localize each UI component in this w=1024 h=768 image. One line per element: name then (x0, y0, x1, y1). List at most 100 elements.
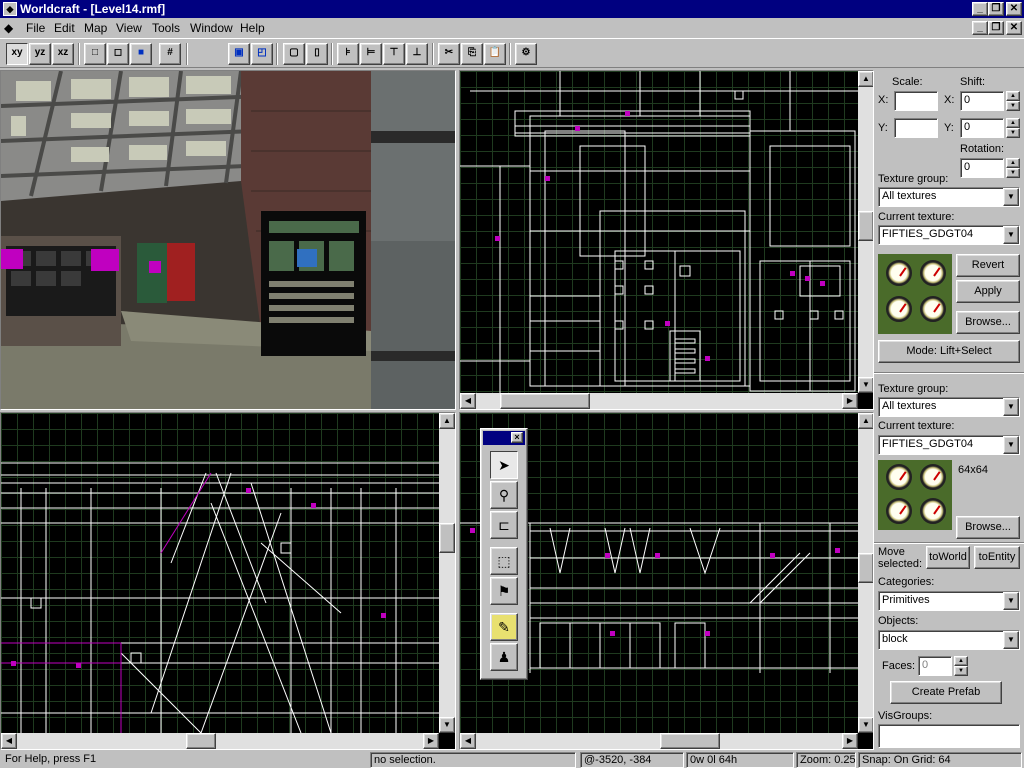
properties-icon[interactable]: ⚙ (515, 43, 537, 65)
menu-file[interactable]: File (26, 21, 45, 35)
worldcraft-app-icon[interactable]: ◆ (3, 2, 17, 16)
shift-x-stepper[interactable]: ▲ ▼ (1006, 91, 1020, 111)
shift-y-stepper[interactable]: ▲ ▼ (1006, 118, 1020, 138)
chevron-down-icon[interactable]: ▼ (1003, 188, 1019, 206)
chevron-down-icon[interactable]: ▼ (1003, 631, 1019, 649)
menu-help[interactable]: Help (240, 21, 265, 35)
group-icon[interactable]: ▣ (228, 43, 250, 65)
scroll-thumb[interactable] (439, 523, 455, 553)
scroll-right-arrow-icon[interactable]: ▶ (423, 733, 439, 749)
menu-window[interactable]: Window (190, 21, 233, 35)
minimize-button[interactable]: _ (972, 2, 988, 16)
align-bottom-icon[interactable]: ⊥ (406, 43, 428, 65)
scroll-left-arrow-icon[interactable]: ◀ (460, 393, 476, 409)
shift-y-input[interactable]: 0 (960, 118, 1004, 138)
current-texture-select[interactable]: FIFTIES_GDGT04 ▼ (878, 435, 1020, 455)
scroll-thumb[interactable] (858, 211, 873, 241)
doc-minimize-button[interactable]: _ (972, 21, 988, 35)
scroll-down-arrow-icon[interactable]: ▼ (858, 377, 873, 393)
objects-select[interactable]: block ▼ (878, 630, 1020, 650)
scale-x-input[interactable] (894, 91, 938, 111)
scroll-thumb[interactable] (500, 393, 590, 409)
camera-tool-icon[interactable]: ⊏ (490, 511, 518, 539)
scroll-thumb[interactable] (186, 733, 216, 749)
faces-stepper[interactable]: ▲ ▼ (954, 656, 968, 676)
view-xz-button[interactable]: xz (52, 43, 74, 65)
paste-icon[interactable]: 📋 (484, 43, 506, 65)
close-button[interactable]: ✕ (1006, 2, 1022, 16)
scroll-right-arrow-icon[interactable]: ▶ (842, 393, 858, 409)
browse-button[interactable]: Browse... (956, 516, 1020, 539)
show-icon[interactable]: ▯ (306, 43, 328, 65)
copy-icon[interactable]: ⎘ (461, 43, 483, 65)
cut-icon[interactable]: ✂ (438, 43, 460, 65)
horizontal-scrollbar[interactable]: ◀ ▶ (1, 733, 439, 749)
rotation-input[interactable]: 0 (960, 158, 1004, 178)
close-icon[interactable]: × (511, 432, 523, 443)
align-top-icon[interactable]: ⊤ (383, 43, 405, 65)
scroll-up-arrow-icon[interactable]: ▲ (858, 71, 873, 87)
scroll-up-arrow-icon[interactable]: ▲ (858, 413, 873, 429)
menu-view[interactable]: View (116, 21, 142, 35)
menu-map[interactable]: Map (84, 21, 107, 35)
texture-group-select[interactable]: All textures ▼ (878, 187, 1020, 207)
categories-select[interactable]: Primitives ▼ (878, 591, 1020, 611)
tools-palette[interactable]: × ➤ ⚲ ⊏ ⬚ ⚑ ✎ ♟ (480, 428, 528, 680)
faces-input[interactable]: 0 (918, 656, 952, 676)
texture-tool-icon[interactable]: ✎ (490, 613, 518, 641)
doc-close-button[interactable]: ✕ (1006, 21, 1022, 35)
menu-edit[interactable]: Edit (54, 21, 75, 35)
selection-tool-icon[interactable]: ➤ (490, 451, 518, 479)
decal-tool-icon[interactable]: ♟ (490, 643, 518, 671)
scroll-down-arrow-icon[interactable]: ▼ (858, 717, 873, 733)
scroll-thumb[interactable] (660, 733, 720, 749)
chevron-down-icon[interactable]: ▼ (1003, 592, 1019, 610)
to-world-button[interactable]: toWorld (926, 546, 970, 569)
3d-camera-view[interactable] (0, 70, 456, 410)
mode-button[interactable]: Mode: Lift+Select (878, 340, 1020, 363)
entity-tool-icon[interactable]: ⚑ (490, 577, 518, 605)
create-prefab-button[interactable]: Create Prefab (890, 681, 1002, 704)
vertical-scrollbar[interactable]: ▲ ▼ (858, 71, 873, 393)
scale-y-input[interactable] (894, 118, 938, 138)
grid-icon[interactable]: # (159, 43, 181, 65)
vertical-scrollbar[interactable]: ▲ ▼ (439, 413, 455, 733)
tools-palette-titlebar[interactable]: × (483, 431, 525, 445)
restore-button[interactable]: ❐ (988, 2, 1004, 16)
scroll-thumb[interactable] (858, 553, 873, 583)
scroll-right-arrow-icon[interactable]: ▶ (842, 733, 858, 749)
view-yz-button[interactable]: yz (29, 43, 51, 65)
magnify-tool-icon[interactable]: ⚲ (490, 481, 518, 509)
horizontal-scrollbar[interactable]: ◀ ▶ (460, 733, 858, 749)
current-texture-select[interactable]: FIFTIES_GDGT04 ▼ (878, 225, 1020, 245)
texture-group-select[interactable]: All textures ▼ (878, 397, 1020, 417)
browse-button[interactable]: Browse... (956, 311, 1020, 334)
chevron-down-icon[interactable]: ▼ (1003, 398, 1019, 416)
menu-tools[interactable]: Tools (152, 21, 180, 35)
view-xy-button[interactable]: xy (6, 43, 28, 65)
vertical-scrollbar[interactable]: ▲ ▼ (858, 413, 873, 733)
front-view[interactable]: ▲ ▼ ◀ ▶ (0, 412, 456, 750)
flat-icon[interactable]: ◻ (107, 43, 129, 65)
apply-button[interactable]: Apply (956, 280, 1020, 303)
chevron-down-icon[interactable]: ▼ (1003, 226, 1019, 244)
scroll-up-arrow-icon[interactable]: ▲ (439, 413, 455, 429)
revert-button[interactable]: Revert (956, 254, 1020, 277)
document-icon[interactable]: ◆ (4, 21, 13, 35)
rotation-stepper[interactable]: ▲ ▼ (1006, 158, 1020, 178)
visgroups-list[interactable] (878, 724, 1020, 748)
align-left-icon[interactable]: ⊧ (337, 43, 359, 65)
scroll-left-arrow-icon[interactable]: ◀ (1, 733, 17, 749)
scroll-down-arrow-icon[interactable]: ▼ (439, 717, 455, 733)
block-tool-icon[interactable]: ⬚ (490, 547, 518, 575)
wireframe-icon[interactable]: □ (84, 43, 106, 65)
scroll-left-arrow-icon[interactable]: ◀ (460, 733, 476, 749)
horizontal-scrollbar[interactable]: ◀ ▶ (460, 393, 858, 409)
shift-x-input[interactable]: 0 (960, 91, 1004, 111)
to-entity-button[interactable]: toEntity (974, 546, 1020, 569)
top-view[interactable]: ▲ ▼ ◀ ▶ (459, 70, 874, 410)
hide-icon[interactable]: ▢ (283, 43, 305, 65)
align-right-icon[interactable]: ⊨ (360, 43, 382, 65)
ungroup-icon[interactable]: ◰ (251, 43, 273, 65)
doc-restore-button[interactable]: ❐ (988, 21, 1004, 35)
